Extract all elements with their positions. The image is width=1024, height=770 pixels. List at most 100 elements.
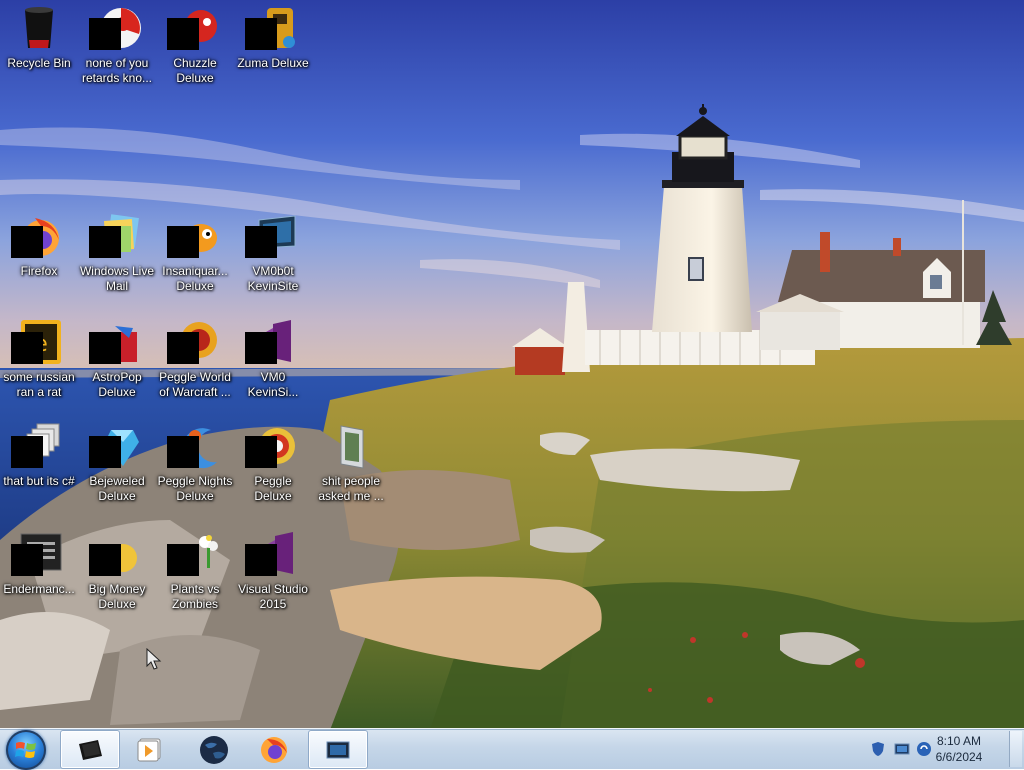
media-player-icon <box>137 738 161 762</box>
clock-date[interactable]: 6/6/2024 <box>924 750 994 764</box>
shield-icon[interactable] <box>870 741 886 757</box>
monitor-app-icon <box>326 741 350 759</box>
taskbar: 8:10 AM 6/6/2024 <box>0 728 1024 770</box>
game-icon <box>89 318 141 366</box>
game-icon <box>167 4 219 52</box>
desktop-icon-none-of-you[interactable]: none of you retards kno... <box>78 4 156 86</box>
redaction-block <box>167 544 199 576</box>
file-icon: e <box>11 318 63 366</box>
icon-label: Peggle Deluxe <box>254 474 292 503</box>
icon-label: Visual Studio 2015 <box>238 582 308 611</box>
mouse-cursor <box>146 648 162 670</box>
icon-label: some russian ran a rat <box>3 370 75 399</box>
game-icon <box>167 318 219 366</box>
icon-label: shit people asked me ... <box>318 474 384 503</box>
redaction-block <box>167 226 199 258</box>
show-desktop-button[interactable] <box>1009 731 1022 767</box>
desktop-icon-plants-vs-zombies[interactable]: Plants vs Zombies <box>156 530 234 612</box>
icon-label: that but its c# <box>3 474 75 488</box>
icon-label: Peggle Nights Deluxe <box>157 474 233 503</box>
taskbar-app-monitor[interactable] <box>308 730 368 769</box>
firefox-icon <box>11 212 63 260</box>
application-icon <box>11 530 63 578</box>
icon-label: Insaniquar... Deluxe <box>162 264 228 293</box>
desktop-icon-recycle-bin[interactable]: Recycle Bin <box>0 4 78 71</box>
taskbar-app-media-player[interactable] <box>120 730 178 767</box>
icon-label: Zuma Deluxe <box>237 56 309 70</box>
icon-label: VM0 KevinSi... <box>247 370 299 399</box>
fish-icon <box>167 212 219 260</box>
desktop-icon-insaniquarium-deluxe[interactable]: Insaniquar... Deluxe <box>156 212 234 294</box>
redaction-block <box>89 332 121 364</box>
game-icon <box>89 530 141 578</box>
redaction-block <box>89 436 121 468</box>
redaction-block <box>167 436 199 468</box>
redaction-block <box>11 226 43 258</box>
icon-label: Windows Live Mail <box>79 264 155 293</box>
icon-label: Endermanc... <box>3 582 75 596</box>
monitor-icon <box>245 212 297 260</box>
start-button[interactable] <box>6 730 46 770</box>
recycle-bin-icon <box>15 4 63 52</box>
globe-icon <box>200 736 228 764</box>
redaction-block <box>11 332 43 364</box>
redaction-block <box>167 332 199 364</box>
desktop-icon-vm0b0t-kevinsite[interactable]: VM0b0t KevinSite <box>234 212 312 294</box>
icon-label: Peggle World of Warcraft ... <box>159 370 231 399</box>
redaction-block <box>11 544 43 576</box>
icon-label: Big Money Deluxe <box>88 582 146 611</box>
tablet-app-icon <box>79 740 102 760</box>
desktop-icon-peggle-world-of-warcraft[interactable]: Peggle World of Warcraft ... <box>156 318 234 400</box>
redaction-block <box>245 544 277 576</box>
icon-label: AstroPop Deluxe <box>92 370 142 399</box>
game-icon <box>245 4 297 52</box>
firefox-icon <box>261 737 287 763</box>
desktop-icon-big-money-deluxe[interactable]: Big Money Deluxe <box>78 530 156 612</box>
desktop-icon-firefox[interactable]: Firefox <box>0 212 78 279</box>
redaction-block <box>167 18 199 50</box>
network-icon[interactable] <box>894 741 910 757</box>
desktop-icon-that-but-its-csharp[interactable]: that but its c# <box>0 422 78 489</box>
visual-studio-icon <box>245 530 297 578</box>
redaction-block <box>89 18 121 50</box>
visual-studio-icon <box>245 318 297 366</box>
flower-icon <box>167 530 219 578</box>
desktop-icon-visual-studio-2015[interactable]: Visual Studio 2015 <box>234 530 312 612</box>
desktop-icon-bejeweled-deluxe[interactable]: Bejeweled Deluxe <box>78 422 156 504</box>
redaction-block <box>245 436 277 468</box>
icon-label: Bejeweled Deluxe <box>89 474 145 503</box>
desktop-icon-windows-live-mail[interactable]: Windows Live Mail <box>78 212 156 294</box>
desktop-icon-chuzzle-deluxe[interactable]: Chuzzle Deluxe <box>156 4 234 86</box>
icon-label: Plants vs Zombies <box>170 582 220 611</box>
desktop-icon-peggle-nights-deluxe[interactable]: Peggle Nights Deluxe <box>156 422 234 504</box>
desktop-icon-endermanch[interactable]: Endermanc... <box>0 530 78 597</box>
mail-icon <box>89 212 141 260</box>
game-icon <box>89 4 141 52</box>
system-tray: 8:10 AM 6/6/2024 <box>860 729 1024 769</box>
taskbar-app-globe[interactable] <box>184 730 242 767</box>
clock-time[interactable]: 8:10 AM <box>924 734 994 748</box>
taskbar-app-firefox[interactable] <box>244 730 302 767</box>
desktop-icon-shit-people-asked-me[interactable]: shit people asked me ... <box>312 422 390 504</box>
desktop-icon-vm0-kevinsite[interactable]: VM0 KevinSi... <box>234 318 312 400</box>
folder-icon <box>327 422 375 470</box>
game-icon <box>167 422 219 470</box>
redaction-block <box>245 18 277 50</box>
icon-label: Firefox <box>20 264 58 278</box>
icon-label: Chuzzle Deluxe <box>173 56 217 85</box>
gem-icon <box>89 422 141 470</box>
desktop-icon-zuma-deluxe[interactable]: Zuma Deluxe <box>234 4 312 71</box>
redaction-block <box>245 332 277 364</box>
redaction-block <box>89 544 121 576</box>
icon-label: VM0b0t KevinSite <box>247 264 299 293</box>
shortcut-icon <box>11 422 63 470</box>
icon-label: Recycle Bin <box>7 56 71 70</box>
desktop-icon-some-russian[interactable]: e some russian ran a rat <box>0 318 78 400</box>
redaction-block <box>11 436 43 468</box>
desktop-icon-peggle-deluxe[interactable]: Peggle Deluxe <box>234 422 312 504</box>
windows-logo-icon <box>15 742 36 758</box>
desktop-icon-astropop-deluxe[interactable]: AstroPop Deluxe <box>78 318 156 400</box>
icon-label: none of you retards kno... <box>81 56 153 85</box>
taskbar-app-tablet[interactable] <box>60 730 120 769</box>
game-icon <box>245 422 297 470</box>
